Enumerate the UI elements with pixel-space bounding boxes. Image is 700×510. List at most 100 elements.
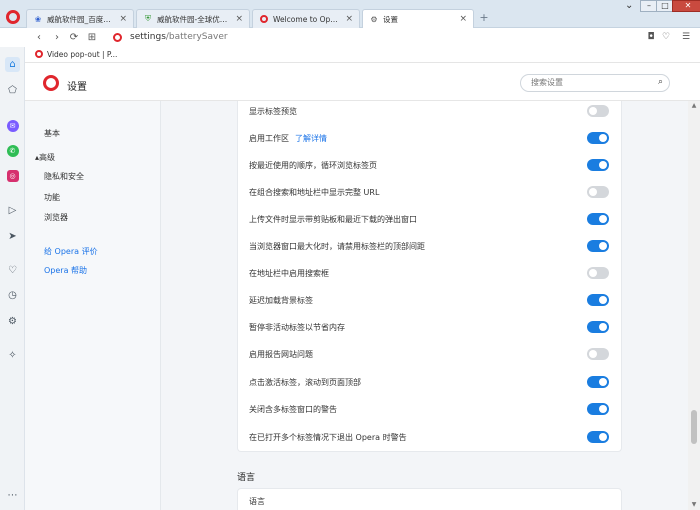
setting-label: 暂停非活动标签以节省内存 bbox=[249, 323, 345, 332]
setting-label: 当浏览器窗口最大化时，请禁用标签栏的顶部间距 bbox=[249, 242, 425, 251]
opera-menu-icon[interactable] bbox=[6, 10, 20, 24]
nav-basic[interactable]: 基本 bbox=[44, 128, 60, 139]
forward-icon[interactable]: › bbox=[50, 31, 64, 45]
bookmark-item[interactable]: Video pop-out | P... bbox=[47, 50, 117, 59]
heart-icon[interactable]: ♡ bbox=[5, 263, 20, 278]
setting-row: 当浏览器窗口最大化时，请禁用标签栏的顶部间距 bbox=[237, 233, 622, 260]
nav-advanced[interactable]: ▴高级 bbox=[35, 152, 55, 163]
search-input[interactable] bbox=[531, 78, 651, 87]
setting-row: 启用报告网站问题 bbox=[237, 341, 622, 368]
setting-label: 在已打开多个标签情况下退出 Opera 时警告 bbox=[249, 433, 407, 442]
toggle-switch[interactable] bbox=[587, 186, 609, 198]
toggle-switch[interactable] bbox=[587, 321, 609, 333]
close-icon[interactable]: × bbox=[459, 14, 467, 24]
setting-label: 延迟加载背景标签 bbox=[249, 296, 313, 305]
tab-settings[interactable]: ⚙ 设置 × bbox=[362, 9, 474, 28]
gear-icon[interactable]: ⚙ bbox=[5, 314, 20, 329]
toggle-switch[interactable] bbox=[587, 376, 609, 388]
nav-features[interactable]: 功能 bbox=[44, 192, 60, 203]
toggle-switch[interactable] bbox=[587, 213, 609, 225]
tiles-icon[interactable]: ⊞ bbox=[85, 31, 99, 45]
toggle-switch[interactable] bbox=[587, 240, 609, 252]
paw-icon: ❀ bbox=[34, 14, 42, 24]
toggle-switch[interactable] bbox=[587, 431, 609, 443]
speed-dial-icon[interactable]: ⬠ bbox=[5, 83, 20, 98]
search-icon[interactable]: ⌕ bbox=[658, 77, 663, 87]
heart-icon[interactable]: ♡ bbox=[660, 31, 672, 43]
setting-row: 延迟加载背景标签 bbox=[237, 287, 622, 314]
setting-label: 在组合搜索和地址栏中显示完整 URL bbox=[249, 188, 380, 197]
whatsapp-icon[interactable]: ✆ bbox=[5, 143, 20, 158]
camera-icon[interactable]: ◘ bbox=[645, 31, 657, 43]
toggle-switch[interactable] bbox=[587, 105, 609, 117]
home-icon[interactable]: ⌂ bbox=[5, 57, 20, 72]
close-icon[interactable]: × bbox=[345, 14, 353, 24]
rate-opera-link[interactable]: 给 Opera 评价 bbox=[44, 246, 98, 257]
setting-row: 上传文件时显示带剪贴板和最近下载的弹出窗口 bbox=[237, 206, 622, 233]
tab-title: 威航软件园_百度搜索 bbox=[47, 14, 116, 24]
settings-search[interactable]: ⌕ bbox=[520, 74, 670, 92]
tab-title: 设置 bbox=[383, 14, 398, 24]
nav-privacy[interactable]: 隐私和安全 bbox=[44, 171, 84, 182]
setting-label: 关闭含多标签窗口的警告 bbox=[249, 405, 337, 414]
nav-browser[interactable]: 浏览器 bbox=[44, 212, 68, 223]
setting-label: 点击激活标签，滚动到页面顶部 bbox=[249, 378, 361, 387]
setting-row: 暂停非活动标签以节省内存 bbox=[237, 314, 622, 341]
setting-label: 启用报告网站问题 bbox=[249, 350, 313, 359]
setting-label: 上传文件时显示带剪贴板和最近下载的弹出窗口 bbox=[249, 215, 417, 224]
scroll-up-icon[interactable]: ▲ bbox=[690, 102, 698, 109]
opera-sidebar bbox=[0, 47, 25, 510]
setting-row: 在地址栏中启用搜索框 bbox=[237, 260, 622, 287]
back-icon[interactable]: ‹ bbox=[32, 31, 46, 45]
toggle-switch[interactable] bbox=[587, 132, 609, 144]
setting-row: 点击激活标签，滚动到页面顶部 bbox=[237, 369, 622, 396]
toggle-switch[interactable] bbox=[587, 294, 609, 306]
easy-setup-icon[interactable]: ☰ bbox=[680, 31, 692, 43]
close-icon[interactable]: × bbox=[119, 14, 127, 24]
opera-logo bbox=[43, 75, 59, 91]
send-icon[interactable]: ➤ bbox=[5, 229, 20, 244]
toggle-switch[interactable] bbox=[587, 348, 609, 360]
tab-baidu[interactable]: ❀ 威航软件园_百度搜索 × bbox=[26, 9, 134, 28]
page-title: 设置 bbox=[67, 82, 87, 93]
shield-icon: ⛨ bbox=[145, 14, 151, 23]
scrollbar[interactable] bbox=[688, 101, 700, 510]
toggle-switch[interactable] bbox=[587, 267, 609, 279]
setting-row: 按最近使用的顺序，循环浏览标签页 bbox=[237, 152, 622, 179]
tab-welcome-opera[interactable]: Welcome to Opera × bbox=[252, 9, 360, 28]
address-bar bbox=[0, 28, 700, 47]
setting-row: 显示标签预览 bbox=[237, 98, 622, 125]
opera-icon bbox=[113, 33, 122, 42]
setting-label: 启用工作区 了解详情 bbox=[249, 133, 327, 144]
setting-row: 启用工作区 了解详情 bbox=[237, 125, 622, 152]
tab-title: Welcome to Opera bbox=[273, 14, 342, 24]
setting-label: 按最近使用的顺序，循环浏览标签页 bbox=[249, 161, 377, 170]
toggle-switch[interactable] bbox=[587, 403, 609, 415]
toggle-switch[interactable] bbox=[587, 159, 609, 171]
new-tab-button[interactable]: + bbox=[477, 11, 491, 25]
setting-row: 在组合搜索和地址栏中显示完整 URL bbox=[237, 179, 622, 206]
history-icon[interactable]: ◷ bbox=[5, 288, 20, 303]
more-icon[interactable]: ⋯ bbox=[5, 488, 20, 503]
tab-menu-icon[interactable]: ⌄ bbox=[625, 0, 633, 11]
bookmarks-bar bbox=[25, 47, 700, 63]
tab-title: 威航软件园-全球优质精品软件下载 bbox=[157, 14, 231, 24]
messenger-icon[interactable]: ✉ bbox=[5, 118, 20, 133]
language-row[interactable]: 语言 bbox=[249, 496, 265, 507]
close-window-button[interactable]: ✕ bbox=[672, 0, 700, 12]
tab-weihang[interactable]: ⛨ 威航软件园-全球优质精品软件下载 × bbox=[136, 9, 250, 28]
scroll-down-icon[interactable]: ▼ bbox=[690, 501, 698, 508]
section-title-language: 语言 bbox=[237, 473, 256, 483]
opera-icon bbox=[259, 14, 269, 24]
url-host: settings bbox=[130, 32, 166, 42]
opera-help-link[interactable]: Opera 帮助 bbox=[44, 265, 87, 276]
reload-icon[interactable]: ⟳ bbox=[67, 31, 81, 45]
player-icon[interactable]: ▷ bbox=[5, 203, 20, 218]
learn-more-link[interactable]: 了解详情 bbox=[295, 134, 327, 143]
url-field[interactable]: settings/batterySaver bbox=[130, 32, 228, 42]
bulb-icon[interactable]: ✧ bbox=[5, 348, 20, 363]
close-icon[interactable]: × bbox=[235, 14, 243, 24]
instagram-icon[interactable]: ◎ bbox=[5, 168, 20, 183]
scrollbar-thumb[interactable] bbox=[691, 410, 697, 444]
gear-icon: ⚙ bbox=[370, 14, 378, 24]
